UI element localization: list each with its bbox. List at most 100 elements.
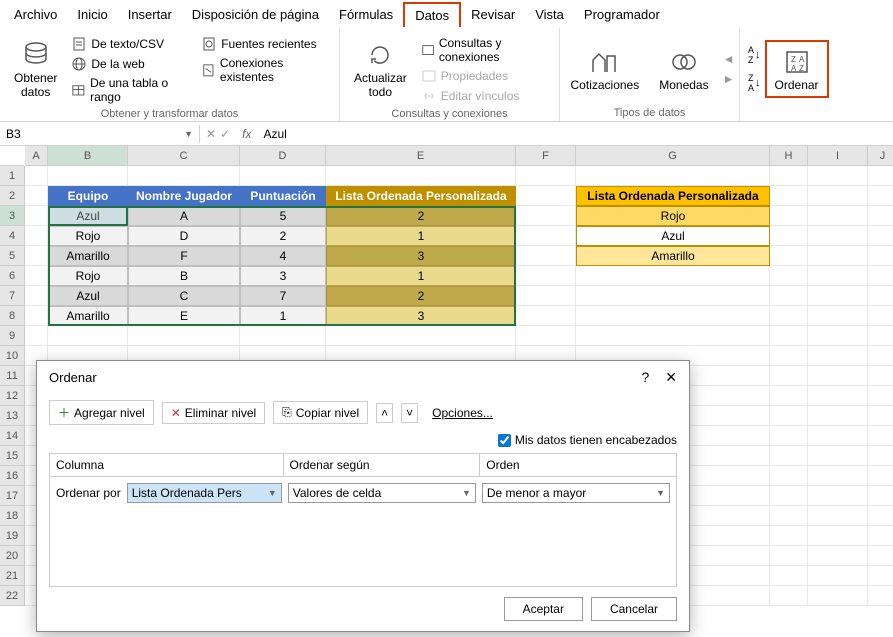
fuentes-recientes-button[interactable]: Fuentes recientes xyxy=(201,36,331,52)
cell[interactable]: Azul xyxy=(576,226,770,246)
menu-programador[interactable]: Programador xyxy=(574,3,670,26)
row-header[interactable]: 1 xyxy=(0,166,24,186)
table2-header[interactable]: Lista Ordenada Personalizada xyxy=(576,186,770,206)
cell[interactable]: 3 xyxy=(240,266,326,286)
chevron-left-icon[interactable]: ◄ xyxy=(723,52,735,66)
col-header[interactable]: A xyxy=(25,146,48,166)
row-header[interactable]: 10 xyxy=(0,346,24,366)
col-header[interactable]: B xyxy=(48,146,128,166)
select-all-corner[interactable] xyxy=(0,146,24,166)
move-down-button[interactable]: ˅ xyxy=(401,403,418,423)
cell[interactable]: 2 xyxy=(326,286,516,306)
row-header[interactable]: 14 xyxy=(0,426,24,446)
consultas-conexiones-button[interactable]: Consultas y conexiones xyxy=(421,36,551,64)
sort-column-dropdown[interactable]: Lista Ordenada Pers▼ xyxy=(127,483,282,503)
add-level-button[interactable]: ＋Agregar nivel xyxy=(49,400,154,425)
fx-icon[interactable]: fx xyxy=(236,127,257,141)
cell[interactable]: 1 xyxy=(240,306,326,326)
close-icon[interactable]: ✕ xyxy=(665,369,677,386)
delete-level-button[interactable]: ✕Eliminar nivel xyxy=(162,402,265,424)
cell[interactable]: 4 xyxy=(240,246,326,266)
cell[interactable]: 3 xyxy=(326,306,516,326)
cell[interactable]: 1 xyxy=(326,226,516,246)
cell[interactable]: 3 xyxy=(326,246,516,266)
col-header[interactable]: C xyxy=(128,146,240,166)
cell[interactable]: 7 xyxy=(240,286,326,306)
row-header[interactable]: 5 xyxy=(0,246,24,266)
table-header[interactable]: Nombre Jugador xyxy=(128,186,240,206)
row-header[interactable]: 4 xyxy=(0,226,24,246)
cancel-button[interactable]: Cancelar xyxy=(591,597,677,621)
conexiones-existentes-button[interactable]: Conexiones existentes xyxy=(201,56,331,84)
row-header[interactable]: 17 xyxy=(0,486,24,506)
menu-formulas[interactable]: Fórmulas xyxy=(329,3,403,26)
copy-level-button[interactable]: ⎘Copiar nivel xyxy=(273,401,368,424)
cell[interactable]: Amarillo xyxy=(576,246,770,266)
ordenar-button[interactable]: ZAAZ Ordenar xyxy=(769,44,825,94)
row-header[interactable]: 12 xyxy=(0,386,24,406)
de-tabla-rango-button[interactable]: De una tabla o rango xyxy=(71,76,193,104)
cell[interactable]: 1 xyxy=(326,266,516,286)
sort-on-dropdown[interactable]: Valores de celda▼ xyxy=(288,483,476,503)
menu-inicio[interactable]: Inicio xyxy=(67,3,117,26)
row-header[interactable]: 21 xyxy=(0,566,24,586)
cell[interactable]: B xyxy=(128,266,240,286)
cell[interactable]: 2 xyxy=(326,206,516,226)
row-header[interactable]: 11 xyxy=(0,366,24,386)
table-header[interactable]: Lista Ordenada Personalizada xyxy=(326,186,516,206)
obtener-datos-button[interactable]: Obtener datos xyxy=(8,32,63,106)
row-header[interactable]: 15 xyxy=(0,446,24,466)
menu-archivo[interactable]: Archivo xyxy=(4,3,67,26)
row-header[interactable]: 6 xyxy=(0,266,24,286)
col-header[interactable]: H xyxy=(770,146,808,166)
table-header[interactable]: Puntuación xyxy=(240,186,326,206)
cell[interactable]: E xyxy=(128,306,240,326)
menu-disposicion[interactable]: Disposición de página xyxy=(182,3,329,26)
cell[interactable]: Rojo xyxy=(48,226,128,246)
cell[interactable]: D xyxy=(128,226,240,246)
de-texto-csv-button[interactable]: De texto/CSV xyxy=(71,36,193,52)
name-box[interactable]: B3 ▼ xyxy=(0,125,200,143)
move-up-button[interactable]: ˄ xyxy=(376,403,393,423)
row-header[interactable]: 18 xyxy=(0,506,24,526)
menu-insertar[interactable]: Insertar xyxy=(118,3,182,26)
options-button[interactable]: Opciones... xyxy=(426,403,499,423)
row-header[interactable]: 16 xyxy=(0,466,24,486)
col-header[interactable]: D xyxy=(240,146,326,166)
row-header[interactable]: 8 xyxy=(0,306,24,326)
row-header[interactable]: 19 xyxy=(0,526,24,546)
cell[interactable]: A xyxy=(128,206,240,226)
sort-za-button[interactable]: ZA↓ xyxy=(748,73,761,93)
formula-input[interactable] xyxy=(257,125,893,143)
row-header[interactable]: 20 xyxy=(0,546,24,566)
cell[interactable]: C xyxy=(128,286,240,306)
cancel-formula-icon[interactable]: ✕ xyxy=(206,127,216,141)
cell[interactable]: Azul xyxy=(48,206,128,226)
row-header[interactable]: 13 xyxy=(0,406,24,426)
cotizaciones-button[interactable]: Cotizaciones xyxy=(565,44,646,94)
cell[interactable]: Amarillo xyxy=(48,246,128,266)
chevron-right-icon[interactable]: ► xyxy=(723,72,735,86)
cell[interactable]: Rojo xyxy=(576,206,770,226)
row-header[interactable]: 3 xyxy=(0,206,24,226)
col-header[interactable]: J xyxy=(868,146,893,166)
ok-button[interactable]: Aceptar xyxy=(504,597,583,621)
row-header[interactable]: 7 xyxy=(0,286,24,306)
cell[interactable]: Rojo xyxy=(48,266,128,286)
chevron-down-icon[interactable]: ▼ xyxy=(184,129,193,139)
de-la-web-button[interactable]: De la web xyxy=(71,56,193,72)
col-header[interactable]: F xyxy=(516,146,576,166)
cell[interactable]: 2 xyxy=(240,226,326,246)
cell[interactable]: 5 xyxy=(240,206,326,226)
menu-datos[interactable]: Datos xyxy=(403,2,461,27)
sort-az-button[interactable]: AZ↓ xyxy=(748,45,761,65)
menu-revisar[interactable]: Revisar xyxy=(461,3,525,26)
cell[interactable]: Amarillo xyxy=(48,306,128,326)
col-header[interactable]: E xyxy=(326,146,516,166)
row-header[interactable]: 9 xyxy=(0,326,24,346)
sort-order-dropdown[interactable]: De menor a mayor▼ xyxy=(482,483,670,503)
menu-vista[interactable]: Vista xyxy=(525,3,574,26)
row-header[interactable]: 2 xyxy=(0,186,24,206)
row-header[interactable]: 22 xyxy=(0,586,24,606)
headers-checkbox-wrap[interactable]: Mis datos tienen encabezados xyxy=(498,433,677,447)
